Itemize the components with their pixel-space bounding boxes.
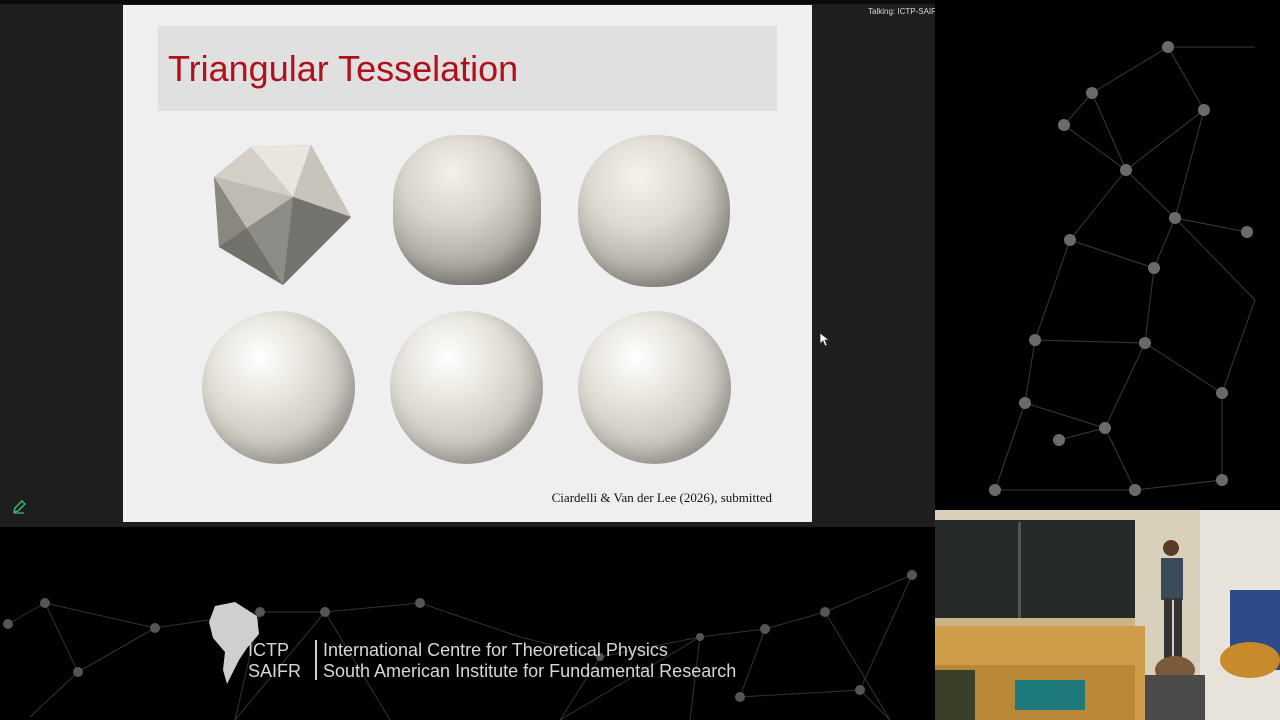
mouse-pointer-icon — [820, 333, 830, 347]
geodesic-sphere-6 — [578, 311, 731, 464]
branding-band — [0, 527, 935, 720]
pencil-icon[interactable] — [12, 500, 26, 514]
network-decoration-panel — [935, 0, 1280, 510]
slide-title-bar: Triangular Tesselation — [158, 26, 777, 111]
talking-indicator: Talking: ICTP-SAIFR — [868, 7, 942, 16]
logo-divider — [315, 640, 317, 680]
slide-title: Triangular Tesselation — [168, 48, 519, 89]
top-strip — [0, 0, 935, 4]
logo-line-ictp: International Centre for Theoretical Phy… — [323, 640, 668, 660]
network-graphic-bottom — [3, 570, 917, 720]
presentation-stage: Triangular Tesselation Ciardelli & Van d… — [0, 0, 942, 527]
network-graphic — [989, 41, 1256, 496]
icosahedron-image — [214, 145, 351, 285]
logo-acronym-saifr: SAIFR — [248, 661, 302, 681]
citation: Ciardelli & Van der Lee (2026), submitte… — [551, 490, 772, 505]
logo-line-saifr: South American Institute for Fundamental… — [323, 661, 737, 681]
geodesic-sphere-5 — [390, 311, 543, 464]
slide: Triangular Tesselation Ciardelli & Van d… — [123, 5, 812, 522]
geodesic-sphere-3 — [578, 135, 730, 287]
camera-scene — [935, 510, 1280, 720]
speaker-camera-feed — [935, 510, 1280, 720]
geodesic-sphere-2 — [393, 135, 541, 285]
geodesic-sphere-4 — [202, 311, 355, 464]
logo-acronym-ictp: ICTP — [248, 640, 290, 660]
